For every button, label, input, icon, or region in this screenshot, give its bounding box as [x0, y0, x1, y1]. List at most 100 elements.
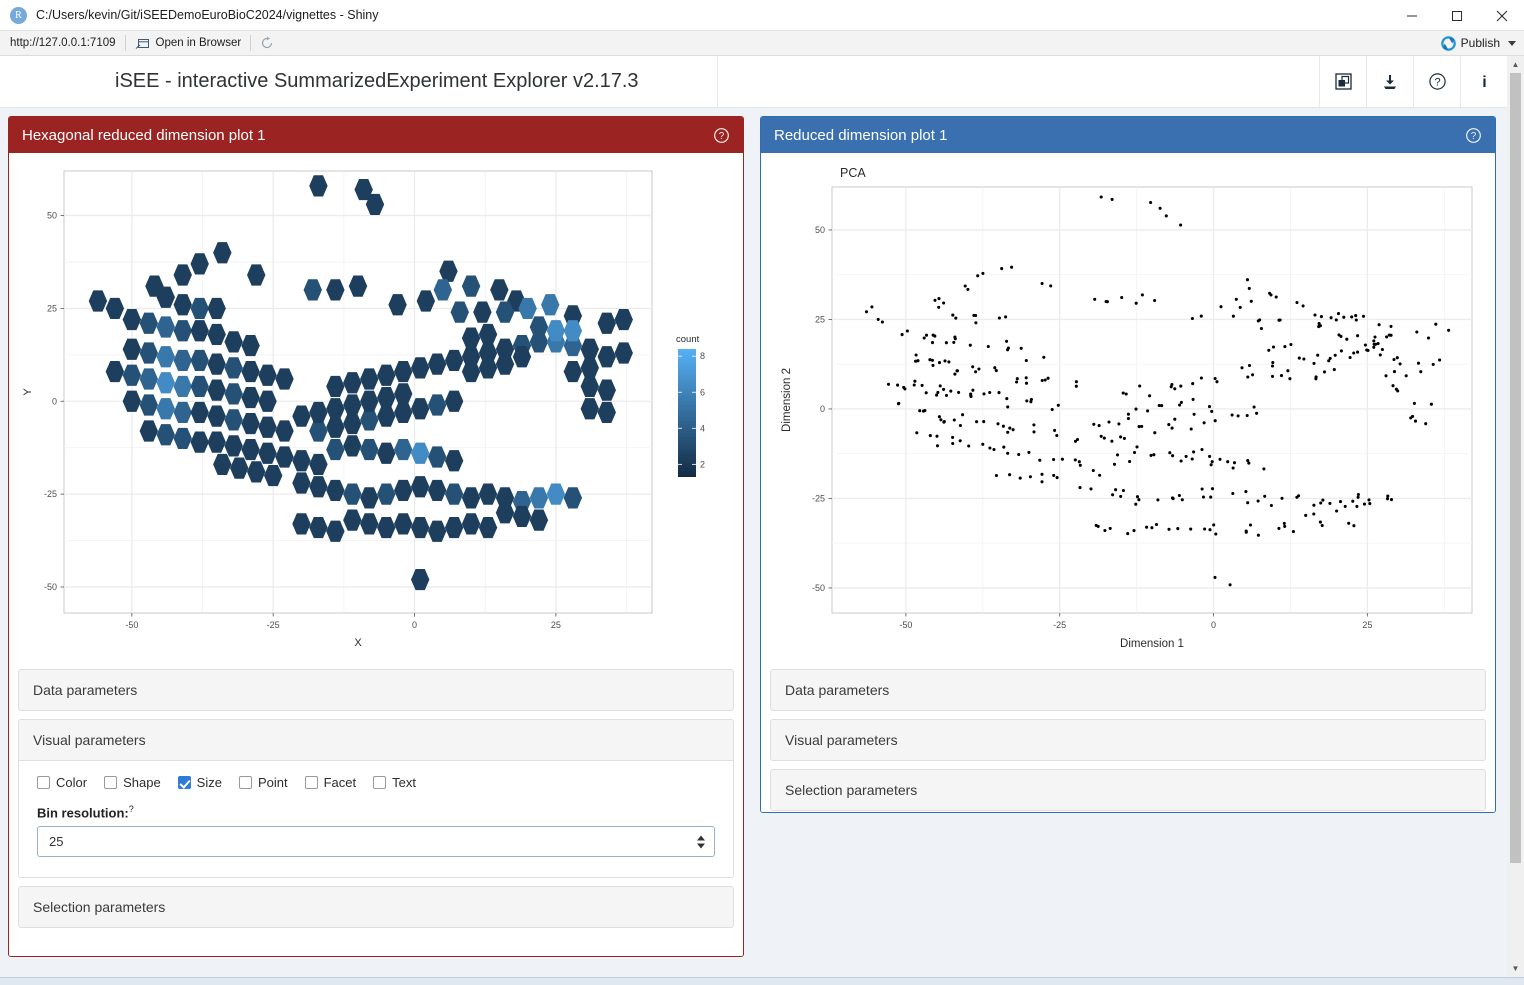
svg-text:-50: -50: [812, 583, 825, 593]
checkbox-text-box[interactable]: [373, 776, 387, 789]
scroll-up-icon[interactable]: ▲: [1507, 56, 1524, 73]
svg-text:25: 25: [551, 620, 561, 630]
right-panel-body: PCA -50 -25 0 25 -50 -25 0 25 50 Dimension 1 Dimens…: [761, 153, 1495, 812]
right-visual-parameters-section[interactable]: Visual parameters: [770, 719, 1486, 761]
url-toolbar: http://127.0.0.1:7109 Open in Browser Pu…: [0, 31, 1524, 56]
checkbox-text[interactable]: Text: [373, 775, 416, 790]
info-icon[interactable]: i: [1460, 56, 1507, 107]
maximize-button[interactable]: [1434, 0, 1479, 31]
taskbar: [0, 977, 1524, 985]
left-selection-parameters-label: Selection parameters: [33, 899, 166, 916]
svg-text:4: 4: [700, 423, 705, 433]
svg-text:25: 25: [47, 303, 57, 313]
left-selection-parameters-section[interactable]: Selection parameters: [18, 886, 734, 929]
svg-text:Dimension 1: Dimension 1: [1120, 638, 1184, 650]
help-circle-icon[interactable]: ?: [1465, 127, 1482, 144]
spinner-up-icon[interactable]: [697, 835, 705, 841]
svg-text:6: 6: [700, 387, 705, 397]
reload-icon[interactable]: [260, 36, 274, 50]
page-scrollbar[interactable]: ▲ ▼: [1507, 56, 1524, 977]
browser-window-icon: [135, 38, 149, 49]
svg-text:25: 25: [815, 314, 825, 324]
visual-parameter-checkboxes: Color Shape Size Point Facet Text: [37, 775, 715, 790]
open-in-browser-button[interactable]: Open in Browser: [135, 37, 242, 50]
left-column: Hexagonal reduced dimension plot 1 ? -50…: [0, 108, 752, 977]
toolbar-divider-2: [250, 35, 252, 51]
checkbox-color-label: Color: [56, 775, 88, 790]
left-visual-parameters-section[interactable]: Visual parameters: [18, 719, 734, 761]
reduced-dimension-panel: Reduced dimension plot 1 ? PCA -50 -25 0 25 -…: [760, 116, 1496, 813]
bin-resolution-label: Bin resolution:?: [37, 804, 715, 820]
minimize-button[interactable]: [1389, 0, 1434, 31]
svg-text:-25: -25: [812, 493, 825, 503]
svg-text:Dimension 2: Dimension 2: [781, 368, 793, 432]
checkbox-color-box[interactable]: [37, 776, 50, 789]
publish-button[interactable]: Publish: [1440, 35, 1516, 51]
open-in-browser-label: Open in Browser: [155, 37, 242, 49]
app-container: iSEE - interactive SummarizedExperiment …: [0, 56, 1524, 977]
panels-area: Hexagonal reduced dimension plot 1 ? -50…: [0, 108, 1507, 977]
left-data-parameters-section[interactable]: Data parameters: [18, 669, 734, 711]
left-panel-header: Hexagonal reduced dimension plot 1 ?: [9, 117, 743, 153]
svg-text:?: ?: [1471, 131, 1477, 142]
bin-resolution-spinner[interactable]: [697, 835, 705, 849]
app-window: R C:/Users/kevin/Git/iSEEDemoEuroBioC202…: [0, 0, 1524, 985]
scroll-down-icon[interactable]: ▼: [1507, 960, 1524, 977]
svg-text:25: 25: [1362, 620, 1372, 630]
rstudio-logo-icon: R: [10, 6, 27, 24]
right-selection-parameters-section[interactable]: Selection parameters: [770, 769, 1486, 811]
download-icon[interactable]: [1366, 56, 1413, 107]
checkbox-text-label: Text: [392, 775, 416, 790]
title-bar: R C:/Users/kevin/Git/iSEEDemoEuroBioC202…: [0, 0, 1524, 31]
hexbin-plot[interactable]: -50 -25 0 25 -50 -25 0 25 50 X Ycount 2 4 6 8: [18, 161, 734, 661]
help-circle-icon[interactable]: ?: [713, 127, 730, 144]
checkbox-size[interactable]: Size: [177, 775, 222, 790]
organize-panels-icon[interactable]: [1319, 56, 1366, 107]
svg-text:PCA: PCA: [840, 166, 866, 180]
checkbox-point-box[interactable]: [238, 776, 252, 789]
svg-text:-25: -25: [1053, 620, 1066, 630]
publish-icon: [1440, 35, 1456, 51]
header-icon-group: ? i: [1319, 56, 1507, 107]
bin-resolution-help-icon[interactable]: ?: [129, 804, 134, 814]
left-panel-body: -50 -25 0 25 -50 -25 0 25 50 X Ycount 2 4 6 8 Data par…: [9, 153, 743, 956]
checkbox-point[interactable]: Point: [238, 775, 288, 790]
svg-text:8: 8: [700, 351, 705, 361]
svg-text:?: ?: [1434, 77, 1440, 89]
checkbox-facet-box[interactable]: [304, 776, 318, 789]
right-panel-header: Reduced dimension plot 1 ?: [761, 117, 1495, 153]
window-controls: [1389, 0, 1524, 31]
checkbox-point-label: Point: [257, 775, 288, 790]
right-data-parameters-section[interactable]: Data parameters: [770, 669, 1486, 711]
help-icon[interactable]: ?: [1413, 56, 1460, 107]
close-button[interactable]: [1479, 0, 1524, 31]
pca-scatter-plot[interactable]: PCA -50 -25 0 25 -50 -25 0 25 50 Dimension 1 Dimens…: [770, 161, 1486, 661]
toolbar-divider-1: [124, 35, 126, 51]
svg-text:50: 50: [815, 225, 825, 235]
svg-text:0: 0: [820, 404, 825, 414]
svg-text:2: 2: [700, 459, 705, 469]
left-panel-title: Hexagonal reduced dimension plot 1: [22, 126, 266, 144]
checkbox-shape[interactable]: Shape: [104, 775, 161, 790]
left-visual-parameters-label: Visual parameters: [33, 732, 146, 748]
svg-text:-50: -50: [125, 620, 138, 630]
svg-text:-25: -25: [44, 489, 57, 499]
svg-text:count: count: [676, 334, 700, 345]
left-data-parameters-label: Data parameters: [33, 682, 138, 698]
svg-text:i: i: [1482, 74, 1486, 91]
checkbox-size-box[interactable]: [177, 776, 191, 789]
right-column: Reduced dimension plot 1 ? PCA -50 -25 0 25 -…: [752, 108, 1507, 977]
checkbox-facet[interactable]: Facet: [304, 775, 356, 790]
publish-dropdown-icon[interactable]: [1508, 40, 1516, 46]
bin-resolution-stepper[interactable]: 25: [37, 826, 715, 858]
checkbox-shape-box[interactable]: [104, 776, 118, 789]
isee-header: iSEE - interactive SummarizedExperiment …: [0, 56, 1507, 108]
header-spacer: [718, 56, 1320, 107]
checkbox-color[interactable]: Color: [37, 775, 87, 790]
scrollbar-thumb[interactable]: [1510, 73, 1521, 863]
right-selection-parameters-label: Selection parameters: [785, 782, 918, 798]
right-panel-title: Reduced dimension plot 1: [774, 126, 948, 144]
right-data-parameters-label: Data parameters: [785, 682, 890, 698]
spinner-down-icon[interactable]: [697, 843, 705, 849]
svg-text:-50: -50: [899, 620, 912, 630]
